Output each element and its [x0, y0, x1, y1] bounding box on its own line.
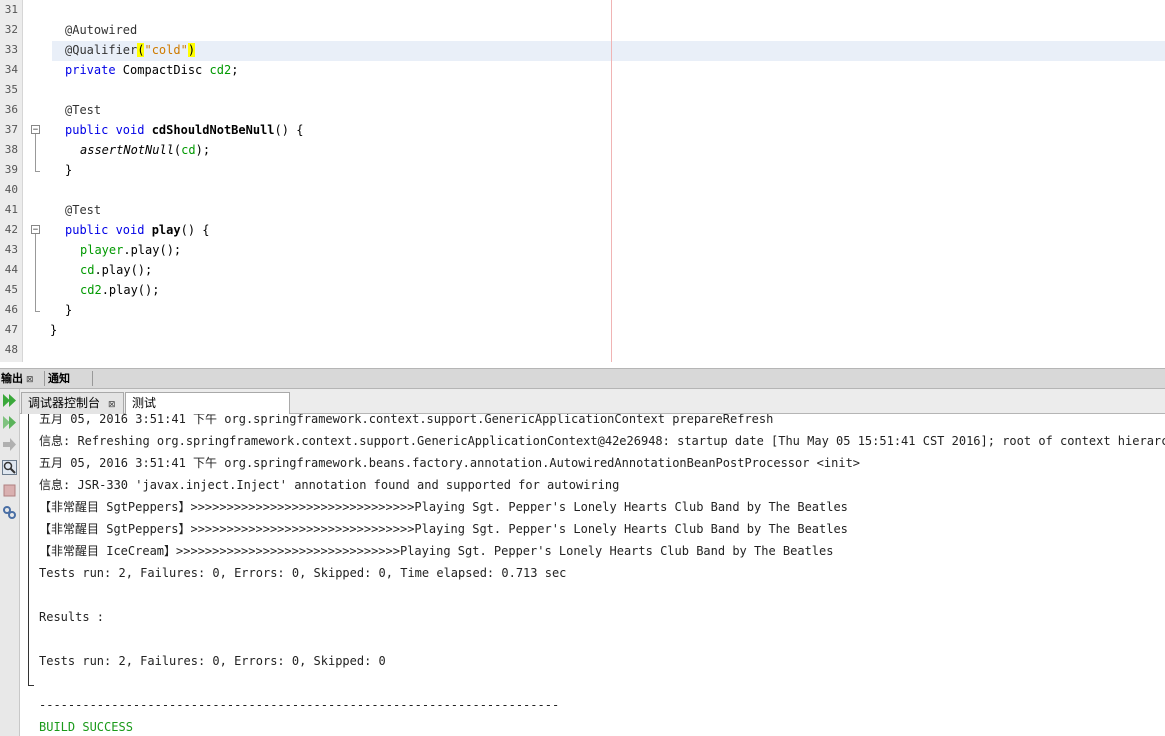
- output-toolbar: [0, 389, 20, 736]
- field-name: player: [80, 243, 124, 257]
- punctuation: .play();: [101, 283, 160, 297]
- rerun-icon[interactable]: [2, 393, 17, 408]
- tab-output-label: 输出: [1, 372, 23, 385]
- console-line: 五月 05, 2016 3:51:41 下午 org.springframewo…: [39, 414, 774, 426]
- brace: }: [65, 163, 73, 177]
- punctuation: () {: [274, 123, 304, 137]
- keyword: private: [65, 63, 116, 77]
- method-name: play: [151, 223, 181, 237]
- close-icon[interactable]: ⊠: [108, 400, 116, 410]
- code-line-46[interactable]: }: [65, 300, 72, 320]
- console-line: 【非常醒目 SgtPeppers】>>>>>>>>>>>>>>>>>>>>>>>…: [39, 522, 848, 536]
- code-line-33[interactable]: @Qualifier("cold"): [65, 40, 196, 60]
- console-fold-border-end: [28, 685, 34, 686]
- find-icon[interactable]: [2, 460, 17, 475]
- tab-divider: [92, 371, 93, 386]
- console-line: 信息: JSR-330 'javax.inject.Inject' annota…: [39, 478, 620, 492]
- annotation: @Autowired: [65, 23, 138, 37]
- brace: }: [65, 303, 73, 317]
- console-line: Tests run: 2, Failures: 0, Errors: 0, Sk…: [39, 654, 386, 668]
- keyword: public void: [65, 123, 152, 137]
- tab-notifications[interactable]: 通知: [48, 369, 70, 388]
- code-line-38[interactable]: assertNotNull(cd);: [80, 140, 210, 160]
- code-line-45[interactable]: cd2.play();: [80, 280, 159, 300]
- tab-debugger-console[interactable]: 调试器控制台 ⊠: [21, 392, 124, 414]
- matched-bracket: ): [187, 43, 196, 57]
- keyword: public void: [65, 223, 152, 237]
- tab-divider: [44, 371, 45, 386]
- next-icon[interactable]: [2, 437, 17, 452]
- field-name: cd: [80, 263, 95, 277]
- brace: }: [50, 323, 58, 337]
- code-line-36[interactable]: @Test: [65, 100, 101, 120]
- field-name: cd2: [209, 63, 232, 77]
- method-name: cdShouldNotBeNull: [151, 123, 275, 137]
- code-line-39[interactable]: }: [65, 160, 72, 180]
- build-status: BUILD SUCCESS: [39, 720, 133, 734]
- annotation: @Test: [65, 203, 102, 217]
- code-line-42[interactable]: public void play() {: [65, 220, 210, 240]
- tab-test-cdplayerlogtest[interactable]: 测试 (CDPlayerLogTest)⊠: [125, 392, 290, 430]
- console-line: 五月 05, 2016 3:51:41 下午 org.springframewo…: [39, 456, 861, 470]
- rerun-step-icon[interactable]: [2, 415, 17, 430]
- console-line: 【非常醒目 SgtPeppers】>>>>>>>>>>>>>>>>>>>>>>>…: [39, 500, 848, 514]
- console-line: Results :: [39, 610, 105, 624]
- field-name: cd: [181, 143, 196, 157]
- code-line-44[interactable]: cd.play();: [80, 260, 152, 280]
- console-separator: ----------------------------------------…: [39, 698, 560, 712]
- code-line-37[interactable]: public void cdShouldNotBeNull() {: [65, 120, 303, 140]
- punctuation: );: [195, 143, 211, 157]
- console-line: 信息: Refreshing org.springframework.conte…: [39, 434, 1165, 448]
- code-line-34[interactable]: private CompactDisc cd2;: [65, 60, 238, 80]
- console-line: Tests run: 2, Failures: 0, Errors: 0, Sk…: [39, 566, 567, 580]
- code-lines[interactable]: @Autowired @Qualifier("cold") private Co…: [0, 0, 1165, 362]
- code-line-43[interactable]: player.play();: [80, 240, 181, 260]
- tab-label: 调试器控制台: [28, 396, 101, 410]
- console-fold-border: [28, 414, 29, 686]
- field-name: cd2: [80, 283, 102, 297]
- method-call: assertNotNull: [80, 143, 174, 157]
- code-line-32[interactable]: @Autowired: [65, 20, 137, 40]
- console-output[interactable]: 五月 05, 2016 3:51:41 下午 org.springframewo…: [28, 414, 1165, 736]
- console-line: 【非常醒目 IceCream】>>>>>>>>>>>>>>>>>>>>>>>>>…: [39, 544, 834, 558]
- string-literal: "cold": [144, 43, 188, 57]
- stop-icon[interactable]: [2, 483, 17, 498]
- console-tab-strip: 调试器控制台 ⊠ 测试 (CDPlayerLogTest)⊠: [0, 389, 1165, 430]
- output-window-header: 输出 ⊠ 通知: [0, 368, 1165, 389]
- tab-output[interactable]: 输出 ⊠: [1, 369, 34, 388]
- punctuation: () {: [180, 223, 210, 237]
- settings-icon[interactable]: [2, 505, 17, 520]
- punctuation: .play();: [123, 243, 182, 257]
- tab-notifications-label: 通知: [48, 372, 70, 385]
- punctuation: ;: [231, 63, 239, 77]
- type-name: CompactDisc: [115, 63, 210, 77]
- close-icon[interactable]: ⊠: [26, 375, 34, 385]
- punctuation: .play();: [94, 263, 153, 277]
- annotation: @Qualifier: [65, 43, 138, 57]
- code-editor[interactable]: 31 32 33 34 35 36 37 38 39 40 41 42 43 4…: [0, 0, 1165, 362]
- code-line-47[interactable]: }: [50, 320, 57, 340]
- annotation: @Test: [65, 103, 102, 117]
- code-line-41[interactable]: @Test: [65, 200, 101, 220]
